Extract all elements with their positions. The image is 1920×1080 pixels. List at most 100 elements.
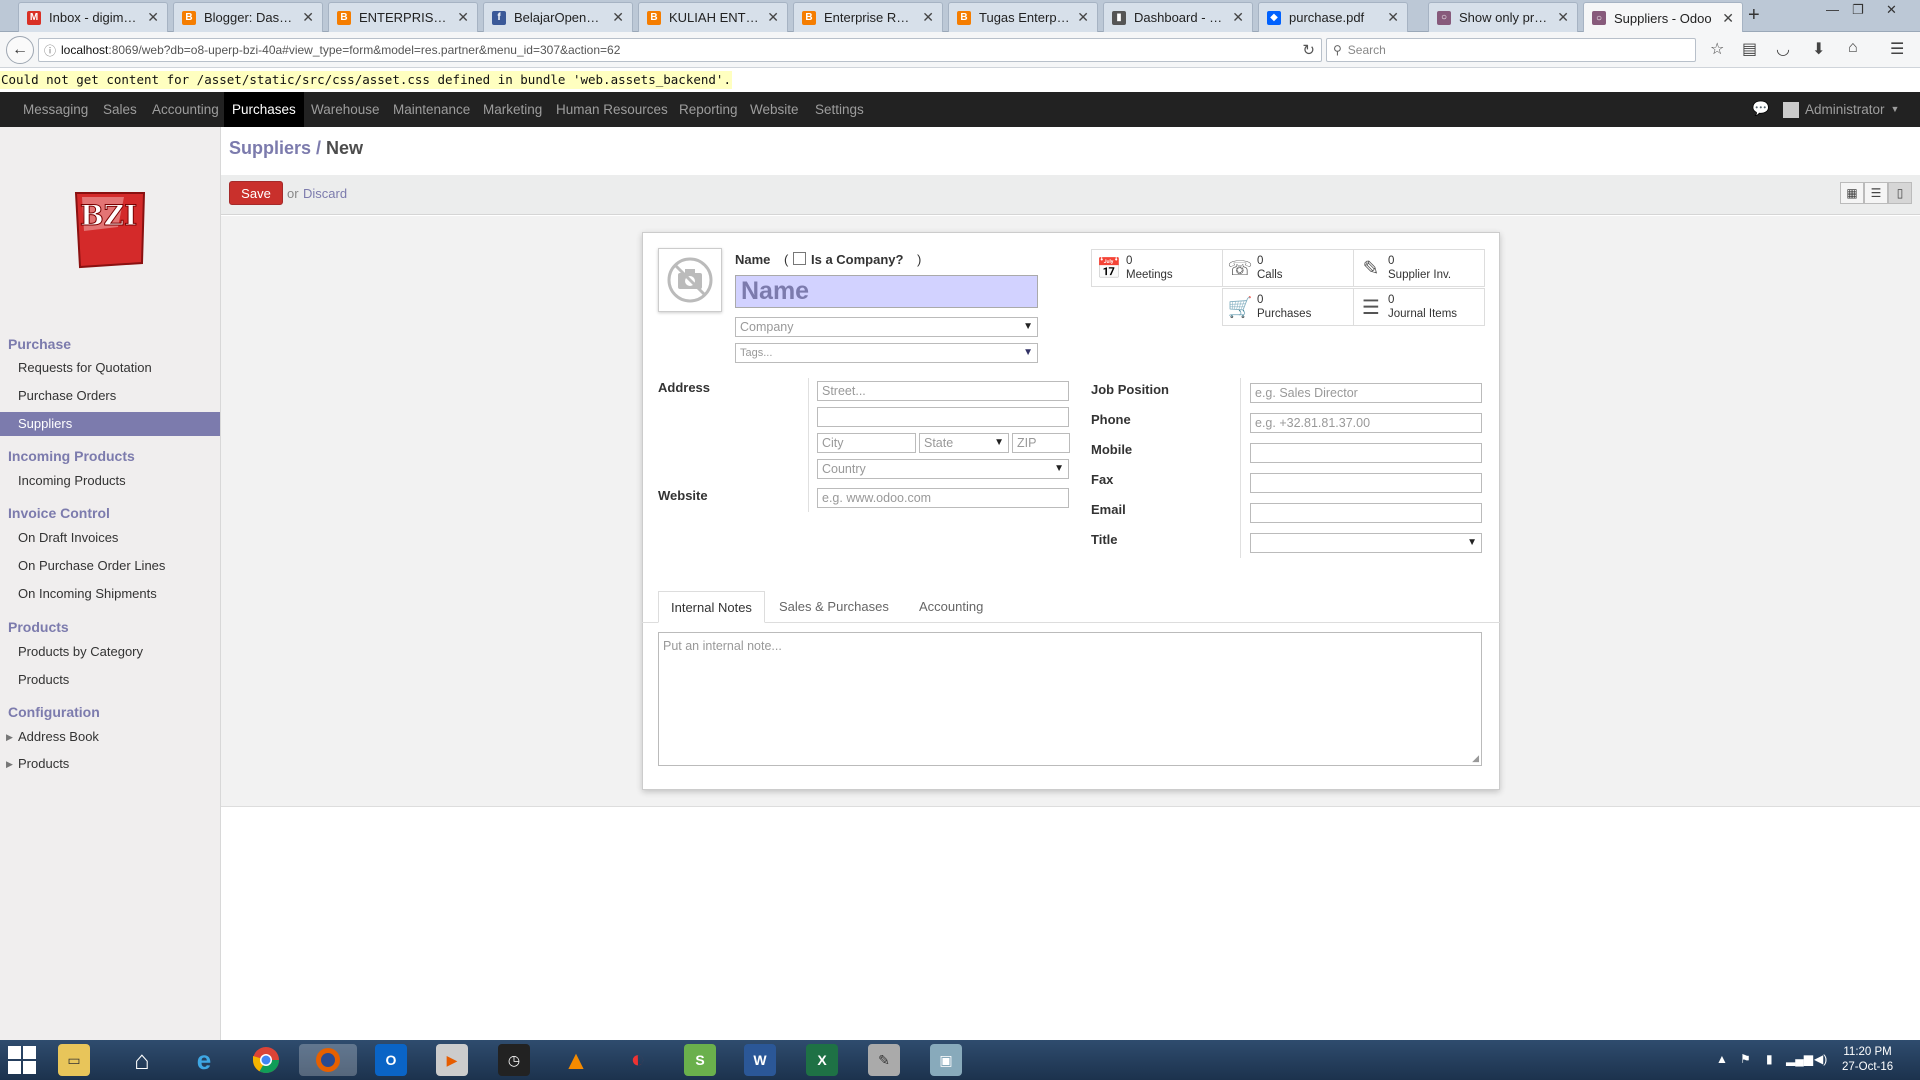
browser-tab[interactable]: BEnterprise Reso...✕ [793, 2, 943, 32]
supplier-invoices-button[interactable]: ✎ 0 Supplier Inv. [1353, 249, 1485, 287]
street-input[interactable]: Street... [817, 381, 1069, 401]
close-icon[interactable]: ✕ [1722, 10, 1734, 27]
close-icon[interactable]: ✕ [1077, 9, 1089, 26]
sidebar-item-suppliers[interactable]: Suppliers [0, 412, 220, 436]
menu-sales[interactable]: Sales [103, 92, 137, 127]
close-icon[interactable]: ✕ [1232, 9, 1244, 26]
discard-link[interactable]: Discard [303, 186, 347, 201]
reading-list-icon[interactable]: ▤ [1742, 39, 1757, 59]
home-icon[interactable]: ⌂ [126, 1044, 158, 1076]
mobile-input[interactable] [1250, 443, 1482, 463]
menu-settings[interactable]: Settings [815, 92, 864, 127]
menu-maintenance[interactable]: Maintenance [393, 92, 470, 127]
browser-tab[interactable]: BENTERPRISE RE...✕ [328, 2, 478, 32]
list-view-icon[interactable]: ☰ [1864, 182, 1888, 204]
country-select[interactable]: Country ▼ [817, 459, 1069, 479]
menu-human-resources[interactable]: Human Resources [556, 92, 668, 127]
menu-marketing[interactable]: Marketing [483, 92, 542, 127]
outlook-icon[interactable]: O [375, 1044, 407, 1076]
close-icon[interactable]: ✕ [1557, 9, 1569, 26]
sidebar-item-on-draft-invoices[interactable]: On Draft Invoices [0, 526, 220, 550]
new-tab-icon[interactable]: + [1748, 4, 1760, 27]
signal-icon[interactable]: ▂▄▆ [1786, 1052, 1813, 1066]
purchases-button[interactable]: 🛒 0 Purchases [1222, 288, 1354, 326]
chat-icon[interactable]: 💬 [1752, 100, 1769, 117]
home-icon[interactable]: ⌂ [1848, 39, 1858, 57]
job-position-input[interactable]: e.g. Sales Director [1250, 383, 1482, 403]
website-input[interactable]: e.g. www.odoo.com [817, 488, 1069, 508]
restore-icon[interactable]: ❐ [1852, 2, 1864, 18]
tab-internal-notes[interactable]: Internal Notes [658, 591, 765, 623]
phone-input[interactable]: e.g. +32.81.81.37.00 [1250, 413, 1482, 433]
menu-messaging[interactable]: Messaging [23, 92, 88, 127]
menu-purchases[interactable]: Purchases [224, 92, 304, 127]
tags-input[interactable]: Tags... ▼ [735, 343, 1038, 363]
is-company-checkbox[interactable] [793, 252, 806, 265]
file-explorer-icon[interactable]: ▭ [58, 1044, 90, 1076]
browser-tab[interactable]: BKULIAH ENTER...✕ [638, 2, 788, 32]
battery-icon[interactable]: ▮ [1766, 1052, 1773, 1066]
menu-accounting[interactable]: Accounting [152, 92, 219, 127]
sidebar-item-requests-for-quotation[interactable]: Requests for Quotation [0, 356, 220, 380]
browser-tab[interactable]: f BelajarOpenERP ✕ [483, 2, 633, 32]
browser-tab-active[interactable]: ○ Suppliers - Odoo ✕ [1583, 2, 1743, 33]
word-icon[interactable]: W [744, 1044, 776, 1076]
timer-icon[interactable]: ◷ [498, 1044, 530, 1076]
tab-sales-purchases[interactable]: Sales & Purchases [767, 591, 901, 623]
flag-icon[interactable]: ⚑ [1740, 1052, 1751, 1066]
email-input[interactable] [1250, 503, 1482, 523]
minimize-icon[interactable]: — [1826, 2, 1839, 17]
browser-tab[interactable]: BBlogger: Dasbor...✕ [173, 2, 323, 32]
sidebar-item-incoming-products[interactable]: Incoming Products [0, 469, 220, 493]
tab-accounting[interactable]: Accounting [907, 591, 995, 623]
zip-input[interactable]: ZIP [1012, 433, 1070, 453]
chrome-icon[interactable] [250, 1044, 282, 1076]
close-icon[interactable]: ✕ [457, 9, 469, 26]
name-input[interactable]: Name [735, 275, 1038, 308]
pocket-icon[interactable]: ◡ [1776, 39, 1790, 59]
window-close-icon[interactable]: ✕ [1886, 2, 1897, 18]
menu-warehouse[interactable]: Warehouse [311, 92, 380, 127]
url-bar[interactable]: ⓘ localhost:8069/web?db=o8-uperp-bzi-40a… [38, 38, 1322, 62]
internal-note-textarea[interactable]: Put an internal note... ◢ [658, 632, 1482, 766]
paint-icon[interactable]: ✎ [868, 1044, 900, 1076]
back-icon[interactable]: ← [6, 36, 34, 64]
network-app-icon[interactable]: ▣ [930, 1044, 962, 1076]
street2-input[interactable] [817, 407, 1069, 427]
close-icon[interactable]: ✕ [922, 9, 934, 26]
reload-icon[interactable]: ↻ [1302, 41, 1315, 59]
menu-reporting[interactable]: Reporting [679, 92, 738, 127]
app-icon[interactable]: ◐ [622, 1044, 654, 1076]
bookmark-star-icon[interactable]: ☆ [1710, 39, 1724, 59]
windows-start-icon[interactable] [8, 1046, 38, 1074]
close-icon[interactable]: ✕ [302, 9, 314, 26]
browser-tab[interactable]: M Inbox - digimon... ✕ [18, 2, 168, 32]
browser-tab[interactable]: ◆ purchase.pdf ✕ [1258, 2, 1408, 32]
sidebar-item-products[interactable]: Products [0, 668, 220, 692]
sidebar-item-on-purchase-order-lines[interactable]: On Purchase Order Lines [0, 554, 220, 578]
info-icon[interactable]: ⓘ [39, 42, 61, 59]
vlc-icon[interactable]: ▲ [560, 1044, 592, 1076]
excel-icon[interactable]: X [806, 1044, 838, 1076]
user-menu[interactable]: Administrator ▼ [1783, 92, 1899, 127]
state-select[interactable]: State ▼ [919, 433, 1009, 453]
browser-tab[interactable]: B Tugas Enterpris... ✕ [948, 2, 1098, 32]
close-icon[interactable]: ✕ [1387, 9, 1399, 26]
volume-icon[interactable]: ◀) [1814, 1052, 1827, 1066]
sidebar-item-on-incoming-shipments[interactable]: On Incoming Shipments [0, 582, 220, 606]
sidebar-item-products-by-category[interactable]: Products by Category [0, 640, 220, 664]
close-icon[interactable]: ✕ [147, 9, 159, 26]
title-select[interactable]: ▼ [1250, 533, 1482, 553]
firefox-icon[interactable] [299, 1044, 357, 1076]
close-icon[interactable]: ✕ [612, 9, 624, 26]
sidebar-item-config-products[interactable]: ▶ Products [0, 752, 220, 776]
browser-tab[interactable]: ○ Show only prod... ✕ [1428, 2, 1578, 32]
close-icon[interactable]: ✕ [767, 9, 779, 26]
browser-tab[interactable]: ▮Dashboard - Git...✕ [1103, 2, 1253, 32]
form-view-icon[interactable]: ▯ [1888, 182, 1912, 204]
menu-website[interactable]: Website [750, 92, 799, 127]
tray-expand-icon[interactable]: ▲ [1716, 1052, 1728, 1066]
download-icon[interactable]: ⬇ [1812, 39, 1825, 59]
partner-image[interactable] [658, 248, 722, 312]
calls-button[interactable]: ☏ 0 Calls [1222, 249, 1354, 287]
